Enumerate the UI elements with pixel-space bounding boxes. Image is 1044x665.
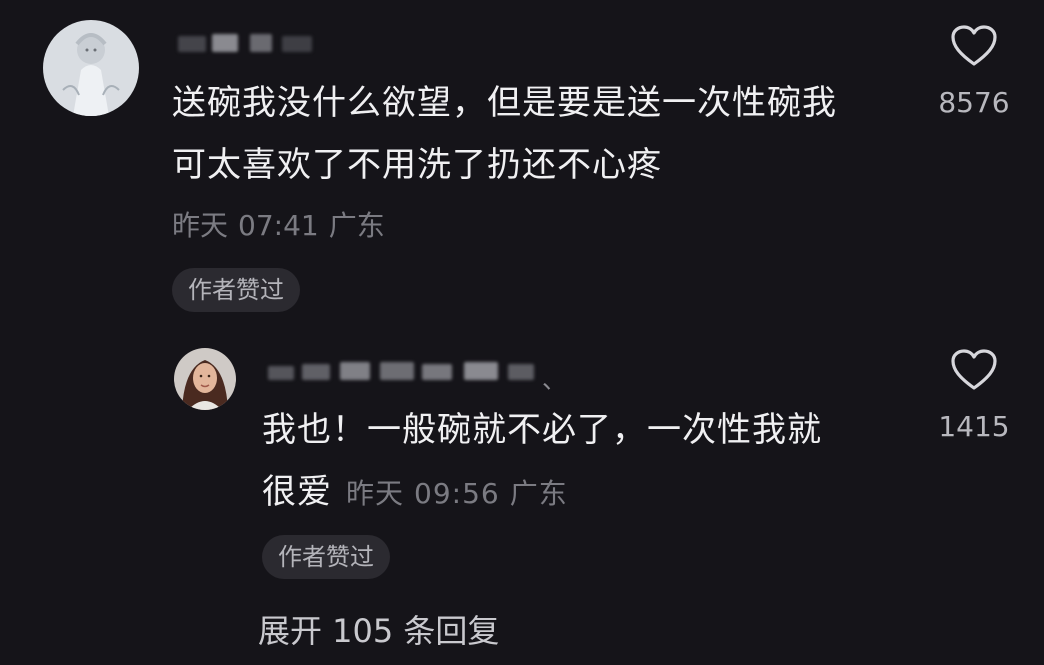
comment-date: 昨天 [172,209,229,242]
heart-outline-icon [950,24,998,72]
author-liked-badge: 作者赞过 [172,268,300,312]
comment-meta: 昨天 07:41 广东 [172,204,385,244]
reply-time: 09:56 [414,477,500,510]
reply-meta: 昨天 09:56 广东 [346,463,568,525]
heart-outline-icon [950,348,998,396]
comment-text-line2: 可太喜欢了不用洗了扔还不心疼 [172,145,662,185]
reply-like-count: 1415 [938,410,1010,443]
replier-username-redacted[interactable]: 、 [262,356,582,394]
comment-like-button[interactable]: 8576 [936,24,1012,119]
reply-text: 我也！一般碗就不必了，一次性我就 很爱 昨天 09:56 广东 [262,399,822,525]
reply-like-button[interactable]: 1415 [936,348,1012,443]
reply-location: 广东 [509,477,568,510]
reply-author-liked-badge: 作者赞过 [262,535,390,579]
comment-text: 送碗我没什么欲望，但是要是送一次性碗我 可太喜欢了不用洗了扔还不心疼 [172,72,837,196]
reply-text-line1: 我也！一般碗就不必了，一次性我就 [262,410,822,450]
comment-time: 07:41 [238,209,319,242]
comment-location: 广东 [328,209,385,242]
commenter-avatar[interactable] [43,20,139,116]
expand-replies-link[interactable]: 展开 105 条回复 [258,606,499,652]
replier-avatar[interactable] [174,348,236,410]
reply-text-line2: 很爱 [262,472,332,512]
commenter-username-redacted[interactable] [170,28,320,60]
comment-like-count: 8576 [938,86,1010,119]
reply-date: 昨天 [346,477,405,510]
comment-text-line1: 送碗我没什么欲望，但是要是送一次性碗我 [172,83,837,123]
